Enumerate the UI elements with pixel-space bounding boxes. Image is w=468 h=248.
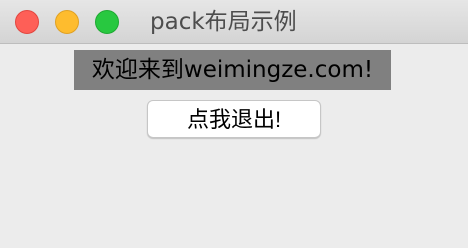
title-bar[interactable]: pack布局示例: [0, 0, 468, 44]
app-window: pack布局示例 欢迎来到weimingze.com! 点我退出!: [0, 0, 468, 248]
minimize-icon[interactable]: [55, 10, 79, 34]
zoom-icon[interactable]: [95, 10, 119, 34]
window-title: pack布局示例: [150, 9, 297, 35]
welcome-label: 欢迎来到weimingze.com!: [74, 50, 391, 90]
close-icon[interactable]: [15, 10, 39, 34]
quit-button[interactable]: 点我退出!: [147, 100, 321, 138]
